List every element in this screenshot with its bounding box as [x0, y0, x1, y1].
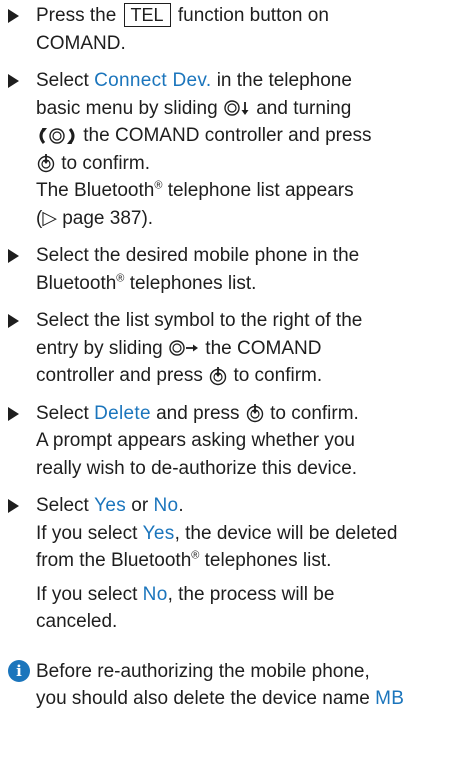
- press-controller-icon: [246, 404, 264, 423]
- bullet-triangle-icon: [8, 314, 19, 328]
- instruction-page: Press the TEL function button on COMAND.…: [0, 0, 464, 759]
- option-no: No: [153, 495, 179, 516]
- slide-down-icon: [224, 100, 249, 117]
- slide-right-icon: [169, 340, 199, 357]
- press-controller-icon: [37, 154, 55, 173]
- step-select-phone: Select the desired mobile phone in the B…: [6, 242, 456, 297]
- bullet-triangle-icon: [8, 249, 19, 263]
- menu-item-connect-dev: Connect Dev.: [94, 70, 212, 91]
- tel-key-label: TEL: [123, 3, 171, 27]
- bullet-triangle-icon: [8, 499, 19, 513]
- bullet-triangle-icon: [8, 74, 19, 88]
- bullet-triangle-icon: [8, 406, 19, 421]
- press-controller-icon: [209, 366, 227, 386]
- step-select-list-symbol: Select the list symbol to the right of t…: [6, 307, 456, 390]
- info-note: i Before re-authorizing the mobile phone…: [6, 658, 456, 713]
- device-name-mb: MB: [375, 688, 405, 709]
- turn-controller-icon: [39, 127, 75, 144]
- step-press-tel: Press the TEL function button on COMAND.: [6, 2, 456, 57]
- option-yes: Yes: [94, 495, 126, 516]
- bullet-triangle-icon: [8, 9, 19, 23]
- step-select-delete: Select Delete and press to confirm. A pr…: [6, 400, 456, 483]
- info-icon: i: [8, 659, 30, 682]
- menu-item-delete: Delete: [94, 402, 151, 424]
- option-yes: Yes: [142, 522, 175, 544]
- step-select-connect-dev: Select Connect Dev. in the telephone bas…: [6, 67, 456, 232]
- option-no: No: [142, 583, 168, 605]
- step-select-yes-no: Select Yes or No. If you select Yes, the…: [6, 492, 456, 636]
